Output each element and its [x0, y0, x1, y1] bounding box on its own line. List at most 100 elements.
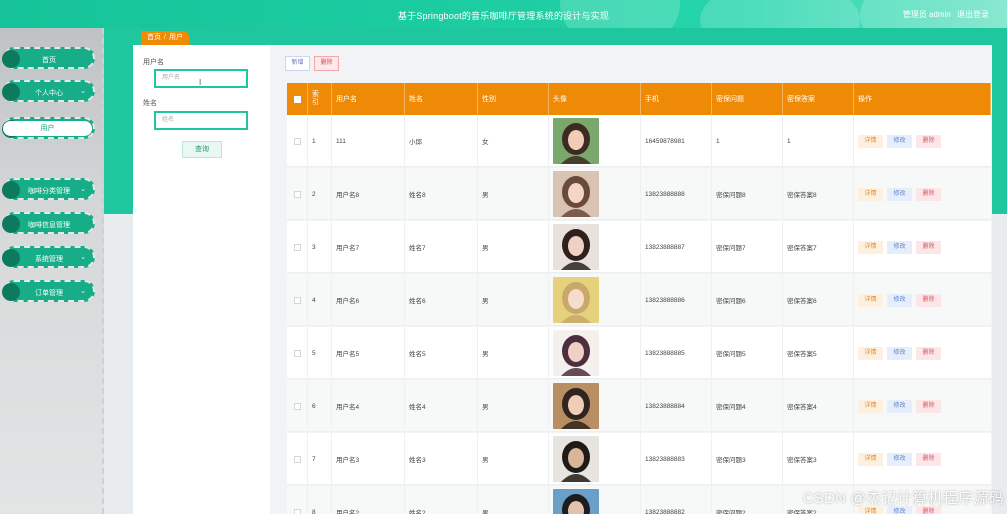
column-header: 手机 — [641, 83, 712, 115]
row-delete-button[interactable]: 删除 — [916, 399, 941, 413]
row-checkbox[interactable] — [293, 508, 301, 514]
table-row: 3 用户名7 姓名7 男 13823888887 密保问题7 密保答案7 详情 修改 删除 — [287, 221, 991, 273]
cell-question: 密保问题5 — [716, 351, 746, 358]
row-checkbox[interactable] — [293, 402, 301, 410]
avatar-image — [553, 118, 599, 164]
avatar-image — [553, 489, 599, 514]
cell-name: 姓名6 — [409, 298, 426, 305]
table-row: 1 111 小邱女 16459878981 1 1 详情 修改 删除 — [287, 115, 991, 167]
row-checkbox[interactable] — [293, 243, 301, 251]
sidebar-item-4[interactable]: 咖啡信息管理 — [2, 212, 95, 234]
column-header: 头像 — [549, 83, 641, 115]
avatar-image — [553, 383, 599, 429]
detail-button[interactable]: 详情 — [858, 399, 883, 413]
cell-answer: 1 — [787, 137, 791, 145]
query-button[interactable]: 查询 — [182, 141, 222, 158]
delete-button[interactable]: 删除 — [314, 56, 339, 71]
cell-gender: 女 — [482, 139, 489, 146]
column-header-label: 姓名 — [409, 96, 423, 103]
sidebar-item-label: 首页 — [42, 57, 56, 64]
name-input[interactable]: 姓名 — [154, 111, 248, 130]
watermark-text: CSDN @杰记计算机程序源码 — [802, 490, 1004, 507]
row-delete-button[interactable]: 删除 — [916, 134, 941, 148]
cell-question: 密保问题7 — [716, 245, 746, 252]
row-checkbox[interactable] — [293, 455, 301, 463]
cell-username: 用户名5 — [336, 351, 360, 358]
column-header-label: 索引 — [312, 91, 319, 106]
edit-button[interactable]: 修改 — [887, 240, 912, 254]
cell-question: 密保问题2 — [716, 510, 746, 514]
detail-button[interactable]: 详情 — [858, 346, 883, 360]
sidebar-item-1[interactable]: 个人中心 ⌄ — [2, 80, 95, 102]
row-checkbox[interactable] — [293, 296, 301, 304]
row-checkbox[interactable] — [293, 137, 301, 145]
detail-button[interactable]: 详情 — [858, 452, 883, 466]
name-label: 姓名 — [143, 100, 157, 107]
cell-index: 1 — [312, 137, 316, 145]
table-row: 7 用户名3 姓名3 男 13823888883 密保问题3 密保答案3 详情 修改 删除 — [287, 433, 991, 485]
cell-index: 4 — [312, 296, 316, 304]
cell-answer: 密保答案8 — [787, 192, 817, 199]
edit-button[interactable]: 修改 — [887, 346, 912, 360]
cell-name: 姓名3 — [409, 457, 426, 464]
cell-name: 小邱 — [409, 139, 422, 146]
sidebar-item-0[interactable]: 首页 — [2, 47, 95, 69]
column-header: 姓名 — [405, 83, 478, 115]
row-delete-button[interactable]: 删除 — [916, 293, 941, 307]
row-delete-button[interactable]: 删除 — [916, 240, 941, 254]
logout-link[interactable]: 退出登录 — [957, 10, 989, 19]
cell-question: 1 — [716, 137, 720, 145]
table-row: 6 用户名4 姓名4 男 13823888884 密保问题4 密保答案4 详情 修改 删除 — [287, 380, 991, 432]
edit-button[interactable]: 修改 — [887, 452, 912, 466]
row-delete-button[interactable]: 删除 — [916, 346, 941, 360]
select-all-checkbox[interactable] — [293, 95, 301, 103]
detail-button[interactable]: 详情 — [858, 134, 883, 148]
chevron-down-icon: ⌄ — [80, 186, 86, 193]
cell-phone: 13823888885 — [645, 349, 685, 357]
sidebar-item-3[interactable]: 咖啡分类管理 ⌄ — [2, 178, 95, 200]
cell-phone: 13823888882 — [645, 508, 685, 514]
current-user: 管理员 admin — [902, 10, 951, 19]
edit-button[interactable]: 修改 — [887, 134, 912, 148]
edit-button[interactable]: 修改 — [887, 293, 912, 307]
cell-index: 7 — [312, 455, 316, 463]
sidebar-item-label: 咖啡信息管理 — [28, 222, 70, 229]
chevron-down-icon: ⌄ — [80, 288, 86, 295]
cell-question: 密保问题3 — [716, 457, 746, 464]
column-header-label: 密保答案 — [787, 96, 815, 103]
row-checkbox[interactable] — [293, 190, 301, 198]
cell-answer: 密保答案7 — [787, 245, 817, 252]
cell-index: 8 — [312, 508, 316, 514]
breadcrumb-separator: / — [164, 34, 166, 41]
cell-phone: 13823888884 — [645, 402, 685, 410]
cell-username: 用户名2 — [336, 510, 360, 514]
row-delete-button[interactable]: 删除 — [916, 452, 941, 466]
sidebar-item-6[interactable]: 订单管理 ⌄ — [2, 280, 95, 302]
table-row: 2 用户名8 姓名8 男 13823888888 密保问题8 密保答案8 详情 修改 删除 — [287, 168, 991, 220]
add-button[interactable]: 新增 — [285, 56, 310, 71]
sidebar-item-5[interactable]: 系统管理 ⌄ — [2, 246, 95, 268]
detail-button[interactable]: 详情 — [858, 187, 883, 201]
cell-index: 3 — [312, 243, 316, 251]
edit-button[interactable]: 修改 — [887, 187, 912, 201]
breadcrumb-home[interactable]: 首页 — [147, 34, 161, 41]
detail-button[interactable]: 详情 — [858, 240, 883, 254]
cell-answer: 密保答案3 — [787, 457, 817, 464]
row-checkbox[interactable] — [293, 349, 301, 357]
cell-question: 密保问题8 — [716, 192, 746, 199]
chevron-down-icon: ⌄ — [80, 88, 86, 95]
cell-index: 2 — [312, 190, 316, 198]
column-header-label: 头像 — [553, 96, 567, 103]
edit-button[interactable]: 修改 — [887, 399, 912, 413]
avatar-image — [553, 436, 599, 482]
submenu-item-users[interactable]: 用户 — [3, 121, 92, 136]
row-delete-button[interactable]: 删除 — [916, 187, 941, 201]
cell-phone: 16459878981 — [645, 137, 685, 145]
avatar-image — [553, 277, 599, 323]
top-header: 基于Springboot的音乐咖啡厅管理系统的设计与实现 管理员 admin 退… — [0, 0, 1007, 28]
cell-username: 用户名3 — [336, 457, 360, 464]
cell-answer: 密保答案5 — [787, 351, 817, 358]
detail-button[interactable]: 详情 — [858, 293, 883, 307]
column-header: 密保问题 — [712, 83, 783, 115]
cell-phone: 13823888888 — [645, 190, 685, 198]
